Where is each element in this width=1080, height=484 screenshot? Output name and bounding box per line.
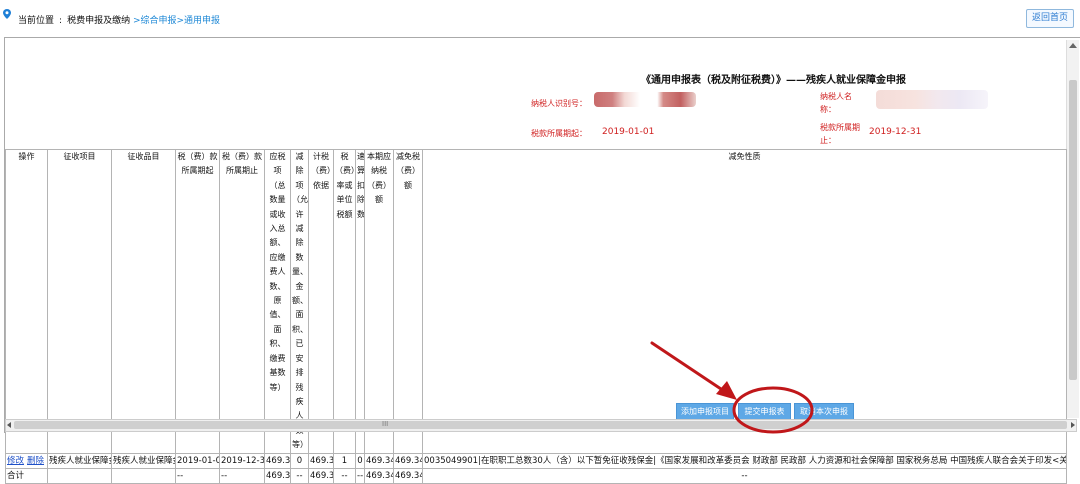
breadcrumb: 当前位置: 税费申报及缴纳 >综合申报>通用申报 bbox=[18, 13, 220, 26]
breadcrumb-prefix: 当前位置 bbox=[18, 16, 55, 26]
cell-period-start: 2019-01-01 bbox=[175, 452, 220, 469]
row-actions-cell: 修改 删除 bbox=[5, 452, 48, 469]
total-empty-1 bbox=[47, 467, 112, 484]
delete-link[interactable]: 删除 bbox=[27, 456, 44, 466]
cell-deduction: 0 bbox=[290, 452, 309, 469]
return-home-button[interactable]: 返回首页 bbox=[1026, 9, 1074, 28]
col-header-levy-subitem: 征收品目 bbox=[111, 149, 176, 454]
breadcrumb-separator: : bbox=[59, 16, 63, 26]
table-header-row: 操作 征收项目 征收品目 税（费）款所属期起 税（费）款所属期止 应税项（总数量… bbox=[5, 149, 1067, 454]
total-tax-rate: -- bbox=[333, 467, 356, 484]
col-header-deduction-item: 减除项（允许减除数量、金额、面积、已安排残疾人数等） bbox=[290, 149, 309, 454]
taxpayer-name-redacted bbox=[876, 90, 988, 109]
vertical-scrollbar[interactable] bbox=[1066, 40, 1079, 418]
scroll-up-arrow-icon[interactable] bbox=[1069, 43, 1077, 48]
col-header-payable-amount: 本期应纳税（费）额 bbox=[364, 149, 394, 454]
cell-levy-subitem: 残疾人就业保障金 bbox=[111, 452, 176, 469]
period-end-value: 2019-12-31 bbox=[869, 127, 922, 137]
taxpayer-id-redacted bbox=[594, 92, 696, 107]
cell-payable: 469.34 bbox=[364, 452, 394, 469]
horizontal-scroll-thumb[interactable] bbox=[14, 421, 1067, 429]
cell-period-end: 2019-12-31 bbox=[219, 452, 265, 469]
cell-relief: 469.34 bbox=[393, 452, 423, 469]
cell-tax-rate: 1 bbox=[333, 452, 356, 469]
scroll-right-arrow-icon[interactable] bbox=[1071, 422, 1075, 428]
total-deduction: -- bbox=[290, 467, 309, 484]
top-bar: 当前位置: 税费申报及缴纳 >综合申报>通用申报 返回首页 bbox=[0, 0, 1080, 28]
vertical-scroll-thumb[interactable] bbox=[1069, 80, 1077, 380]
total-payable: 469.34 bbox=[364, 467, 394, 484]
cell-taxable: 469.34 bbox=[264, 452, 291, 469]
col-header-operation: 操作 bbox=[5, 149, 48, 454]
total-relief: 469.34 bbox=[393, 467, 423, 484]
col-header-tax-rate: 税（费）率或单位税额 bbox=[333, 149, 356, 454]
cell-relief-nature: 0035049901|在职职工总数30人（含）以下暂免征收残保金|《国家发展和改… bbox=[422, 452, 1067, 469]
table-total-row: 合计 -- -- 469.34 -- 469.34 -- -- 469.34 4… bbox=[5, 467, 1067, 484]
total-period-start: -- bbox=[175, 467, 220, 484]
taxpayer-id-label: 纳税人识别号： bbox=[531, 99, 587, 108]
total-taxable: 469.34 bbox=[264, 467, 291, 484]
breadcrumb-link-comprehensive[interactable]: >综合申报 bbox=[133, 16, 177, 26]
period-start-value: 2019-01-01 bbox=[602, 127, 655, 137]
period-start-label: 税款所属期起： bbox=[531, 129, 587, 138]
col-header-tax-basis: 计税（费）依据 bbox=[308, 149, 334, 454]
total-empty-2 bbox=[111, 467, 176, 484]
cell-tax-basis: 469.34 bbox=[308, 452, 334, 469]
scroll-left-arrow-icon[interactable] bbox=[7, 422, 11, 428]
table-row: 修改删除 残疾人就业保障金 残疾人就业保障金 2019-01-01 2019-1… bbox=[5, 452, 1067, 469]
horizontal-scrollbar[interactable]: III bbox=[5, 419, 1077, 432]
col-header-levy-item: 征收项目 bbox=[47, 149, 112, 454]
col-header-period-end: 税（费）款所属期止 bbox=[219, 149, 265, 454]
col-header-relief-amount: 减免税（费）额 bbox=[393, 149, 423, 454]
total-quick-deduction: -- bbox=[355, 467, 365, 484]
total-relief-nature: -- bbox=[422, 467, 1067, 484]
col-header-taxable-item: 应税项（总数量或收入总额、应缴费人数、原值、面积、缴费基数等） bbox=[264, 149, 291, 454]
taxpayer-name-label: 纳税人名称： bbox=[820, 92, 852, 114]
location-pin-icon bbox=[3, 9, 11, 19]
edit-link[interactable]: 修改 bbox=[7, 456, 24, 466]
cell-levy-item: 残疾人就业保障金 bbox=[47, 452, 112, 469]
breadcrumb-link-general[interactable]: >通用申报 bbox=[177, 16, 221, 26]
period-end-label: 税款所属期止： bbox=[820, 123, 860, 145]
total-period-end: -- bbox=[219, 467, 265, 484]
total-tax-basis: 469.34 bbox=[308, 467, 334, 484]
breadcrumb-item-tax-filing: 税费申报及缴纳 bbox=[67, 16, 131, 26]
form-title: 《通用申报表（税及附征税费）》——残疾人就业保障金申报 bbox=[641, 75, 906, 86]
col-header-quick-deduction: 速算扣除数 bbox=[355, 149, 365, 454]
total-label: 合计 bbox=[5, 467, 48, 484]
declaration-table: 操作 征收项目 征收品目 税（费）款所属期起 税（费）款所属期止 应税项（总数量… bbox=[5, 149, 1067, 484]
cell-quick-deduction: 0 bbox=[355, 452, 365, 469]
scroll-grip-icon: III bbox=[382, 420, 389, 428]
col-header-period-start: 税（费）款所属期起 bbox=[175, 149, 220, 454]
